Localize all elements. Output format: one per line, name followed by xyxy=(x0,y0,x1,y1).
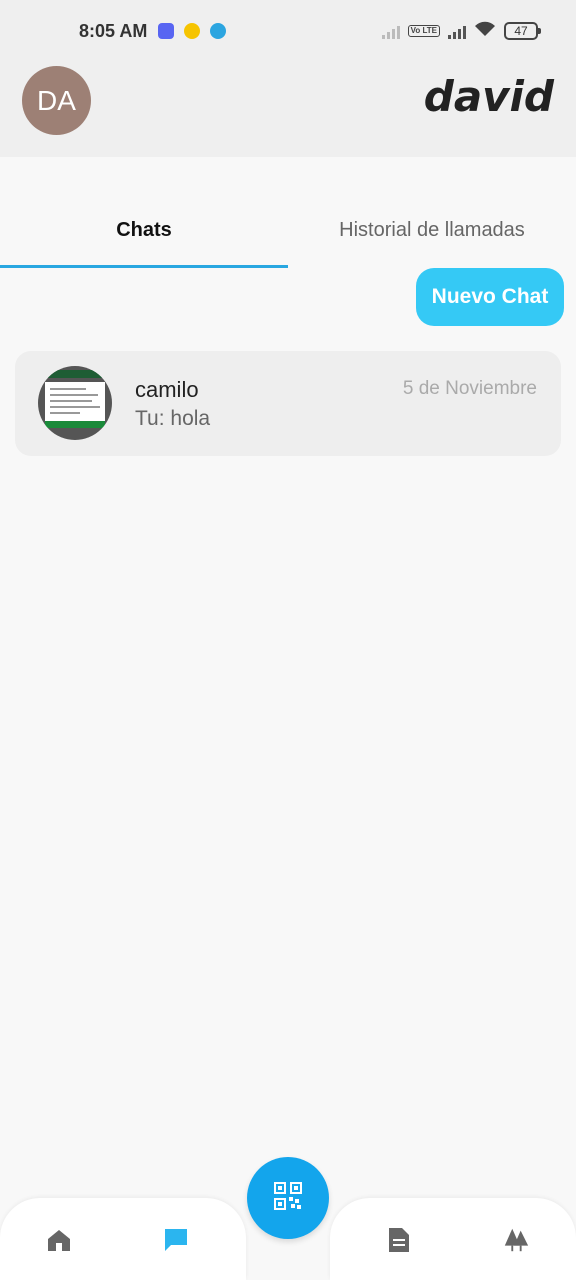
contact-name: camilo xyxy=(135,377,199,402)
last-message-preview: Tu: hola xyxy=(135,407,211,430)
status-bar: 8:05 AM Vo LTE 47 xyxy=(0,0,576,64)
tab-chats[interactable]: Chats xyxy=(0,205,288,269)
chat-list-item[interactable]: camilo Tu: hola 5 de Noviembre xyxy=(15,351,561,456)
trees-icon[interactable] xyxy=(502,1226,530,1254)
signal-icon-sim2 xyxy=(448,23,466,39)
tab-call-history[interactable]: Historial de llamadas xyxy=(288,205,576,269)
contact-avatar xyxy=(38,366,112,440)
discord-icon xyxy=(158,23,174,39)
username-label: david xyxy=(423,72,554,121)
last-message-date: 5 de Noviembre xyxy=(402,378,537,399)
qr-code-icon xyxy=(274,1181,302,1215)
system-icons: Vo LTE 47 xyxy=(381,21,541,40)
document-icon[interactable] xyxy=(385,1226,413,1254)
status-time: 8:05 AM xyxy=(79,21,148,41)
new-chat-button[interactable]: Nuevo Chat xyxy=(416,268,564,326)
bottom-nav-right xyxy=(330,1198,576,1280)
volte-icon: Vo LTE xyxy=(407,24,440,37)
chat-icon[interactable] xyxy=(162,1226,190,1254)
app-header: DA david xyxy=(0,64,576,157)
signal-icon-sim1 xyxy=(381,23,400,39)
coin-icon xyxy=(184,23,200,39)
wifi-icon xyxy=(474,21,496,40)
telegram-icon xyxy=(210,23,226,39)
user-avatar[interactable]: DA xyxy=(22,66,91,135)
tab-bar: Chats Historial de llamadas xyxy=(0,205,576,269)
active-tab-indicator xyxy=(0,265,288,268)
home-icon[interactable] xyxy=(45,1226,73,1254)
battery-icon: 47 xyxy=(504,21,541,40)
bottom-nav-left xyxy=(0,1198,246,1280)
qr-code-button[interactable] xyxy=(247,1157,329,1239)
notification-icons xyxy=(158,23,226,39)
